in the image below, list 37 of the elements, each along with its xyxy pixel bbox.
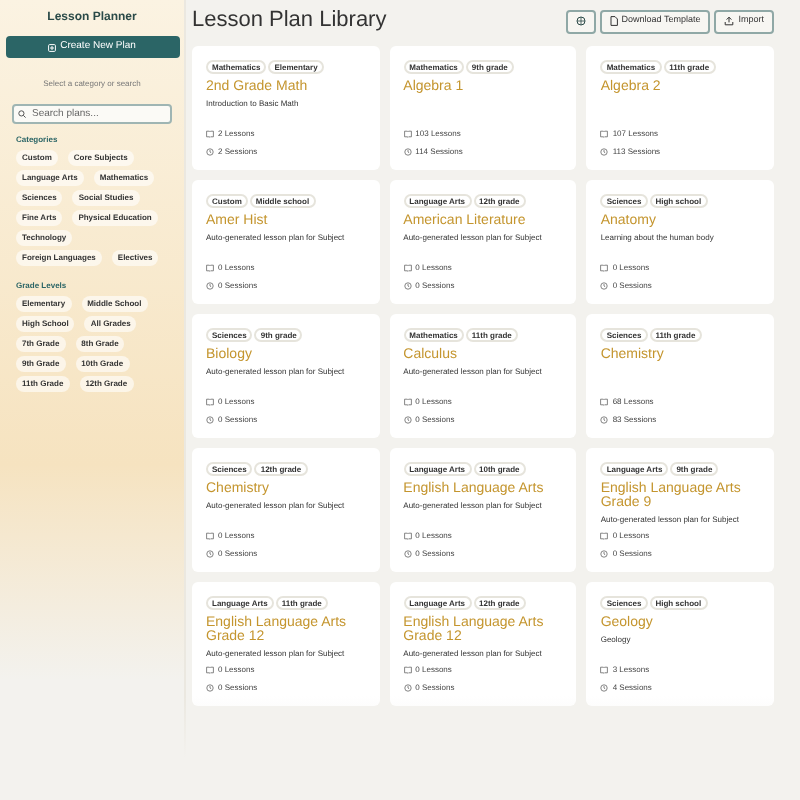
book-icon [206,398,214,406]
book-icon [206,264,214,272]
book-icon [403,666,412,674]
clock-icon [403,550,412,558]
clock-icon [403,684,412,692]
clock-icon [206,550,214,558]
book-icon [600,130,609,138]
book-icon [600,398,609,406]
page-title: Lesson Plan Library [192,6,387,37]
book-icon [600,264,609,272]
globe-icon [575,16,586,26]
book-icon [403,264,412,272]
book-icon [600,532,609,540]
book-icon [600,666,609,674]
clock-icon [403,282,412,290]
clock-icon [600,282,609,290]
clock-icon [600,416,609,424]
clock-icon [600,684,609,692]
clock-icon [403,148,412,156]
clock-icon [403,416,412,424]
book-icon [403,532,412,540]
book-icon [403,130,412,138]
book-icon [206,130,214,138]
upload-icon [724,16,735,26]
book-icon [206,532,214,540]
clock-icon [206,282,214,290]
book-icon [403,398,412,406]
globe-button[interactable] [565,9,596,33]
clock-icon [600,550,609,558]
book-icon [206,666,214,674]
clock-icon [206,416,214,424]
search-icon [18,110,26,118]
clock-icon [600,148,609,156]
plus-icon [48,43,57,51]
clock-icon [206,148,214,156]
document-icon [609,16,618,26]
clock-icon [206,684,214,692]
